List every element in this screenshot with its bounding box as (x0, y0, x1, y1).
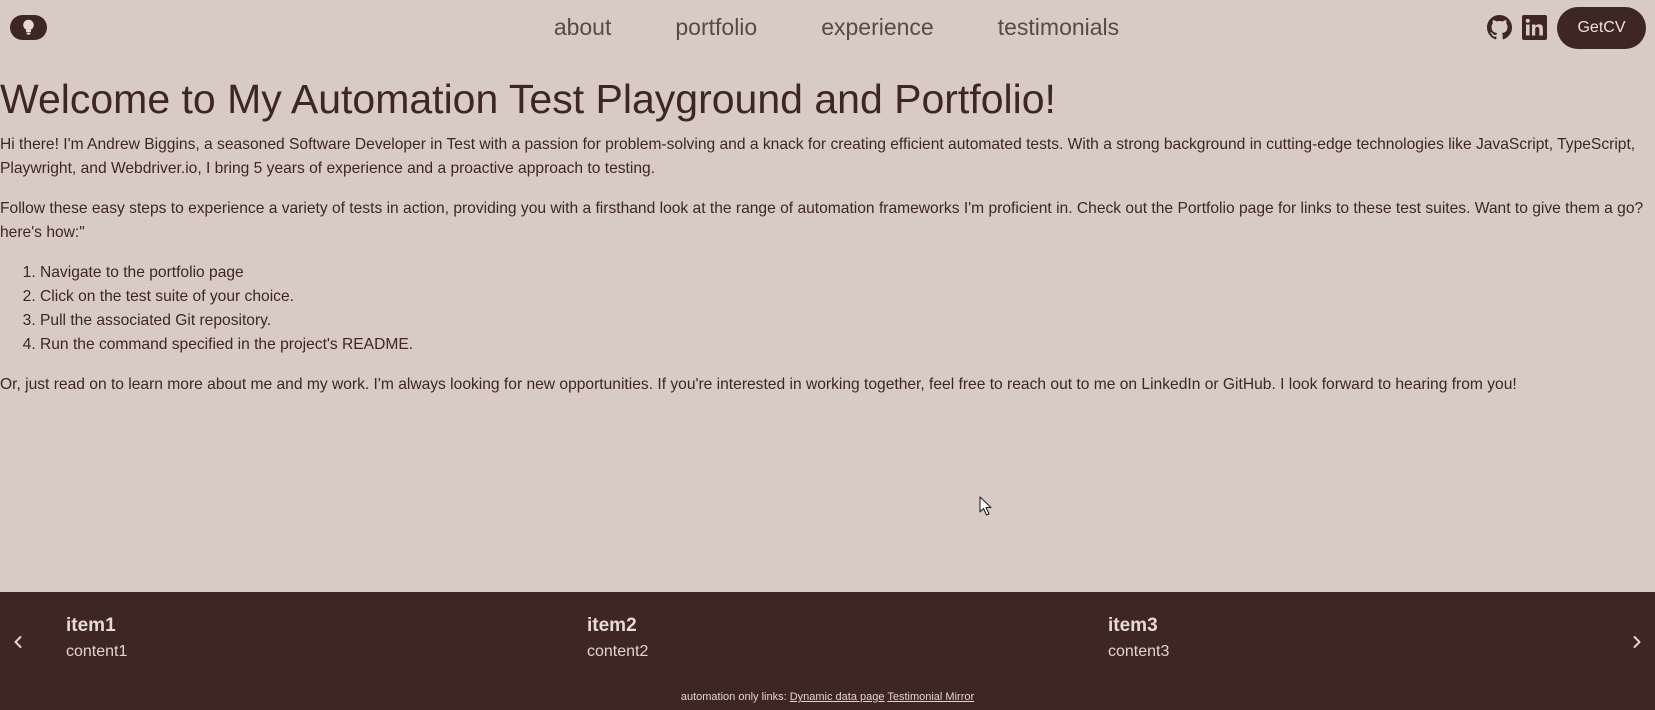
carousel-item: item1 content1 (66, 614, 127, 664)
carousel-item: item3 content3 (1108, 614, 1169, 664)
carousel-prev-button[interactable] (3, 622, 33, 662)
carousel-item-title: item2 (587, 615, 637, 636)
header: about portfolio experience testimonials … (0, 0, 1655, 56)
carousel-item-content: content2 (587, 643, 649, 660)
nav-link-about[interactable]: about (554, 13, 612, 41)
linkedin-icon[interactable] (1522, 15, 1547, 40)
testimonial-mirror-link[interactable]: Testimonial Mirror (887, 691, 974, 703)
nav-link-testimonials[interactable]: testimonials (998, 13, 1119, 41)
carousel-item-content: content3 (1108, 643, 1170, 660)
page-title: Welcome to My Automation Test Playground… (0, 76, 1056, 122)
lightbulb-icon (23, 19, 34, 35)
github-icon[interactable] (1487, 15, 1512, 40)
carousel-item-content: content1 (66, 643, 128, 660)
carousel: item1 content1 item2 content2 item3 cont… (0, 592, 1655, 710)
social-links (1487, 15, 1547, 40)
page: about portfolio experience testimonials … (0, 0, 1655, 710)
dynamic-data-page-link[interactable]: Dynamic data page (790, 691, 885, 703)
get-cv-button[interactable]: GetCV (1557, 7, 1646, 49)
follow-paragraph: Follow these easy steps to experience a … (0, 200, 1644, 241)
carousel-next-button[interactable] (1622, 622, 1652, 662)
automation-links-label: automation only links: (680, 691, 787, 703)
chevron-right-icon (1633, 636, 1641, 648)
list-item: Run the command specified in the project… (40, 333, 1655, 357)
theme-toggle-button[interactable] (10, 15, 47, 40)
steps-list: Navigate to the portfolio page Click on … (0, 261, 1655, 357)
outro-paragraph: Or, just read on to learn more about me … (0, 376, 1517, 393)
intro-paragraph: Hi there! I'm Andrew Biggins, a seasoned… (0, 136, 1636, 177)
automation-links: automation only links: Dynamic data page… (0, 691, 1655, 703)
nav-link-portfolio[interactable]: portfolio (675, 13, 757, 41)
main-content: Welcome to My Automation Test Playground… (0, 76, 1655, 397)
list-item: Pull the associated Git repository. (40, 309, 1655, 333)
main-nav: about portfolio experience testimonials (0, 13, 1655, 41)
nav-link-experience[interactable]: experience (821, 13, 934, 41)
chevron-left-icon (14, 636, 22, 648)
carousel-item-title: item1 (66, 615, 116, 636)
mouse-cursor-icon (979, 496, 992, 516)
list-item: Click on the test suite of your choice. (40, 285, 1655, 309)
list-item: Navigate to the portfolio page (40, 261, 1655, 285)
carousel-item: item2 content2 (587, 614, 648, 664)
carousel-item-title: item3 (1108, 615, 1158, 636)
